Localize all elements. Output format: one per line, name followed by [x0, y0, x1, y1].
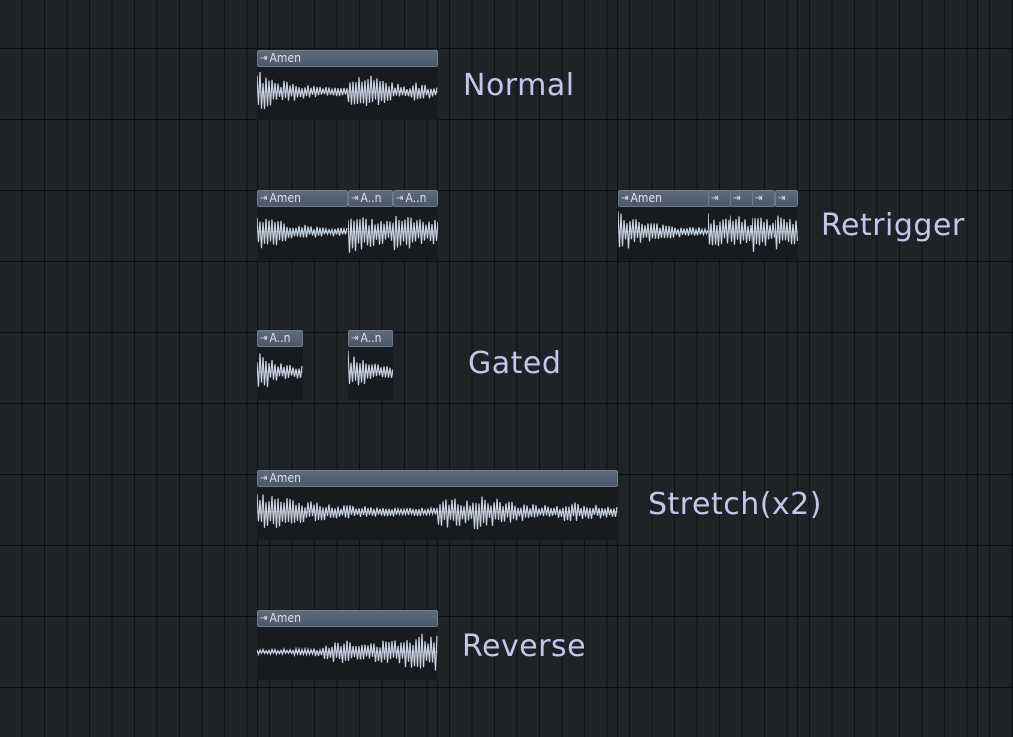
audio-clip[interactable]: ⇥ Amen: [257, 190, 348, 260]
audio-clip[interactable]: ⇥ Amen: [257, 50, 438, 120]
audio-clip[interactable]: ⇥ Amen: [618, 190, 709, 260]
waveform-trace: [708, 213, 731, 247]
clip-waveform[interactable]: [257, 627, 438, 680]
audio-clip[interactable]: ⇥: [730, 190, 753, 260]
double-arrow-right-icon: ⇥: [733, 193, 741, 204]
double-arrow-right-icon: ⇥: [260, 53, 268, 64]
clip-name: A..n: [405, 191, 427, 205]
row-label-reverse: Reverse: [462, 629, 587, 664]
audio-clip[interactable]: ⇥ Amen: [257, 610, 438, 680]
clip-header[interactable]: ⇥ Amen: [257, 50, 438, 67]
clip-waveform[interactable]: [393, 207, 438, 260]
clip-header[interactable]: ⇥ A..n: [257, 330, 303, 347]
audio-clip[interactable]: ⇥ Amen: [257, 470, 618, 540]
double-arrow-right-icon: ⇥: [351, 193, 359, 204]
double-arrow-right-icon: ⇥: [755, 193, 763, 204]
clip-header[interactable]: ⇥: [730, 190, 753, 207]
double-arrow-right-icon: ⇥: [260, 333, 268, 344]
audio-clip[interactable]: ⇥ A..n: [348, 190, 393, 260]
clip-name: A..n: [360, 331, 382, 345]
clip-waveform[interactable]: [752, 207, 775, 260]
double-arrow-right-icon: ⇥: [260, 613, 268, 624]
bar-line: [617, 0, 618, 737]
clip-waveform[interactable]: [618, 207, 709, 260]
clip-header[interactable]: ⇥: [708, 190, 731, 207]
audio-clip[interactable]: ⇥: [708, 190, 731, 260]
clip-name: Amen: [269, 51, 301, 65]
clip-header[interactable]: ⇥ A..n: [393, 190, 438, 207]
double-arrow-right-icon: ⇥: [351, 333, 359, 344]
double-arrow-right-icon: ⇥: [711, 193, 719, 204]
clip-waveform[interactable]: [775, 207, 798, 260]
clip-name: A..n: [269, 331, 291, 345]
clip-header[interactable]: ⇥ Amen: [257, 470, 618, 487]
clip-header[interactable]: ⇥ Amen: [257, 190, 348, 207]
waveform-trace: [257, 217, 348, 249]
clip-header[interactable]: ⇥: [775, 190, 798, 207]
clip-waveform[interactable]: [348, 347, 393, 400]
clip-waveform[interactable]: [257, 207, 348, 260]
audio-clip[interactable]: ⇥ A..n: [348, 330, 393, 400]
clip-header[interactable]: ⇥ A..n: [348, 330, 393, 347]
clip-header[interactable]: ⇥ Amen: [618, 190, 709, 207]
waveform-trace: [348, 350, 393, 386]
audio-clip[interactable]: ⇥: [775, 190, 798, 260]
row-label-gated: Gated: [468, 346, 562, 381]
waveform-trace: [393, 215, 438, 251]
waveform-trace: [775, 215, 798, 250]
waveform-trace: [752, 217, 775, 253]
playlist-area[interactable]: ⇥ Amen Normal ⇥ Amen ⇥ A..n ⇥ A..n ⇥ Amen: [0, 0, 1013, 737]
waveform-trace: [730, 215, 753, 245]
double-arrow-right-icon: ⇥: [621, 193, 629, 204]
audio-clip[interactable]: ⇥ A..n: [393, 190, 438, 260]
double-arrow-right-icon: ⇥: [260, 193, 268, 204]
clip-waveform[interactable]: [257, 67, 438, 120]
clip-name: Amen: [269, 611, 301, 625]
clip-waveform[interactable]: [257, 347, 303, 400]
waveform-trace: [618, 211, 709, 249]
double-arrow-right-icon: ⇥: [396, 193, 404, 204]
row-label-stretch: Stretch(x2): [648, 487, 822, 522]
clip-name: Amen: [630, 191, 662, 205]
clip-name: Amen: [269, 191, 301, 205]
clip-waveform[interactable]: [348, 207, 393, 260]
audio-clip[interactable]: ⇥ A..n: [257, 330, 303, 400]
clip-header[interactable]: ⇥: [752, 190, 775, 207]
bar-line: [797, 0, 798, 737]
waveform-trace: [348, 217, 393, 253]
clip-waveform[interactable]: [730, 207, 753, 260]
double-arrow-right-icon: ⇥: [778, 193, 786, 204]
waveform-trace: [257, 71, 438, 110]
double-arrow-right-icon: ⇥: [260, 473, 268, 484]
row-label-normal: Normal: [463, 68, 575, 103]
clip-header[interactable]: ⇥ Amen: [257, 610, 438, 627]
clip-header[interactable]: ⇥ A..n: [348, 190, 393, 207]
clip-waveform[interactable]: [257, 487, 618, 540]
waveform-trace: [257, 353, 303, 388]
bar-line: [977, 0, 978, 737]
clip-name: Amen: [269, 471, 301, 485]
clip-waveform[interactable]: [708, 207, 731, 260]
row-label-retrigger: Retrigger: [821, 208, 965, 243]
audio-clip[interactable]: ⇥: [752, 190, 775, 260]
clip-name: A..n: [360, 191, 382, 205]
